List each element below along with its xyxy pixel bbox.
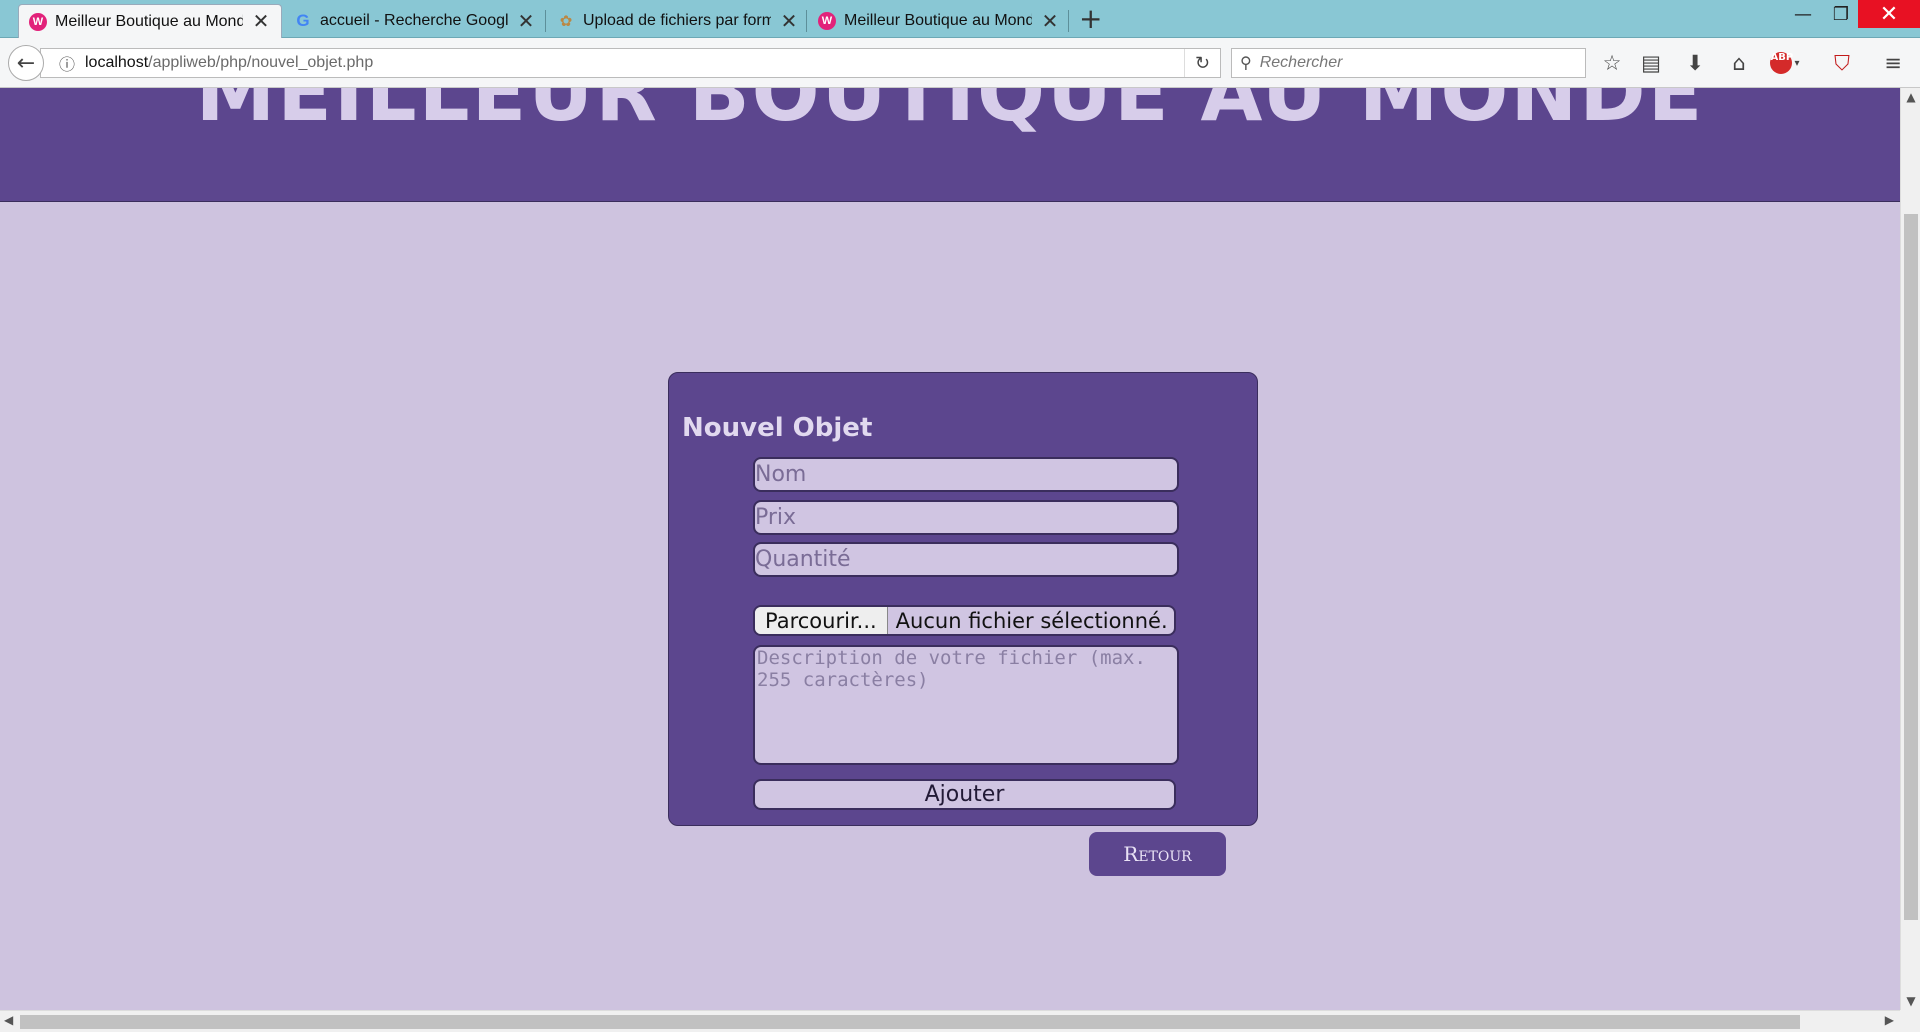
tab-title: Meilleur Boutique au Monde <box>844 12 1032 29</box>
scroll-up-icon[interactable]: ▲ <box>1901 90 1920 104</box>
download-icon[interactable]: ⬇ <box>1682 50 1708 76</box>
site-header: MEILLEUR BOUTIQUE AU MONDE <box>0 88 1900 202</box>
scrollbar-corner <box>1900 1010 1920 1032</box>
tab-title: Upload de fichiers par formulaire <box>583 12 771 29</box>
tab-separator <box>1068 10 1069 32</box>
search-input[interactable]: ⚲ Rechercher <box>1231 48 1586 78</box>
tab-meilleur-boutique-active[interactable]: W Meilleur Boutique au Monde ✕ <box>18 4 282 38</box>
menu-icon[interactable]: ≡ <box>1880 50 1906 76</box>
new-tab-button[interactable]: + <box>1079 2 1102 35</box>
close-tab-icon[interactable]: ✕ <box>516 9 536 34</box>
browse-button[interactable]: Parcourir... <box>755 607 888 634</box>
close-tab-icon[interactable]: ✕ <box>251 9 271 34</box>
horizontal-scrollbar[interactable]: ◀ ▶ <box>0 1010 1900 1032</box>
vertical-scroll-thumb[interactable] <box>1904 214 1918 920</box>
url-host: localhost <box>85 54 149 71</box>
close-tab-icon[interactable]: ✕ <box>779 9 799 34</box>
wamp-icon: W <box>818 12 836 30</box>
tab-title: Meilleur Boutique au Monde <box>55 12 243 30</box>
info-icon[interactable]: ⓘ <box>49 51 85 75</box>
google-icon: G <box>296 11 310 30</box>
close-tab-icon[interactable]: ✕ <box>1040 9 1060 34</box>
url-bar[interactable]: ⓘ localhost/appliweb/php/nouvel_objet.ph… <box>40 48 1221 78</box>
search-placeholder: Rechercher <box>1259 54 1343 71</box>
file-picker: Parcourir... Aucun fichier sélectionné. <box>753 605 1176 636</box>
file-status: Aucun fichier sélectionné. <box>895 608 1168 633</box>
form-title: Nouvel Objet <box>682 413 873 443</box>
navigation-bar: ⓘ localhost/appliweb/php/nouvel_objet.ph… <box>0 38 1920 88</box>
tab-meilleur-boutique-2[interactable]: W Meilleur Boutique au Monde ✕ <box>808 4 1070 38</box>
price-input[interactable] <box>753 500 1179 535</box>
bookmark-star-icon[interactable]: ☆ <box>1599 50 1625 76</box>
name-input[interactable] <box>753 457 1179 492</box>
tab-separator <box>545 10 546 32</box>
reading-list-icon[interactable]: ▤ <box>1638 50 1664 76</box>
vertical-scrollbar[interactable]: ▲ ▼ <box>1900 88 1920 1010</box>
back-link-button[interactable]: Retour <box>1089 832 1226 876</box>
site-title: MEILLEUR BOUTIQUE AU MONDE <box>195 88 1705 139</box>
arrow-left-icon: ← <box>16 50 36 76</box>
home-icon[interactable]: ⌂ <box>1726 50 1752 76</box>
quantity-input[interactable] <box>753 542 1179 577</box>
back-button[interactable]: ← <box>8 45 44 81</box>
close-window-button[interactable]: ✕ <box>1858 0 1920 28</box>
horizontal-scroll-thumb[interactable] <box>20 1015 1800 1029</box>
search-icon: ⚲ <box>1240 55 1252 72</box>
reload-icon[interactable]: ↻ <box>1184 49 1220 77</box>
scroll-right-icon[interactable]: ▶ <box>1885 1013 1894 1027</box>
add-button[interactable]: Ajouter <box>753 779 1176 810</box>
openclassrooms-icon: ✿ <box>559 13 573 30</box>
tab-bar: W Meilleur Boutique au Monde ✕ G accueil… <box>0 0 1920 38</box>
page-viewport: MEILLEUR BOUTIQUE AU MONDE Nouvel Objet … <box>0 88 1900 1010</box>
tab-google-search[interactable]: G accueil - Recherche Google ✕ <box>284 4 546 38</box>
tab-upload-fichiers[interactable]: ✿ Upload de fichiers par formulaire ✕ <box>547 4 809 38</box>
scroll-left-icon[interactable]: ◀ <box>4 1013 13 1027</box>
adblock-plus-icon[interactable]: ABP ▾ <box>1770 50 1800 76</box>
ublock-icon[interactable]: ⛉ <box>1829 50 1855 76</box>
wamp-icon: W <box>29 12 47 31</box>
new-object-form: Nouvel Objet Parcourir... Aucun fichier … <box>668 372 1258 826</box>
tab-title: accueil - Recherche Google <box>320 12 508 29</box>
scroll-down-icon[interactable]: ▼ <box>1901 994 1920 1008</box>
url-path: /appliweb/php/nouvel_objet.php <box>148 54 374 71</box>
description-textarea[interactable] <box>753 645 1179 765</box>
tab-separator <box>806 10 807 32</box>
